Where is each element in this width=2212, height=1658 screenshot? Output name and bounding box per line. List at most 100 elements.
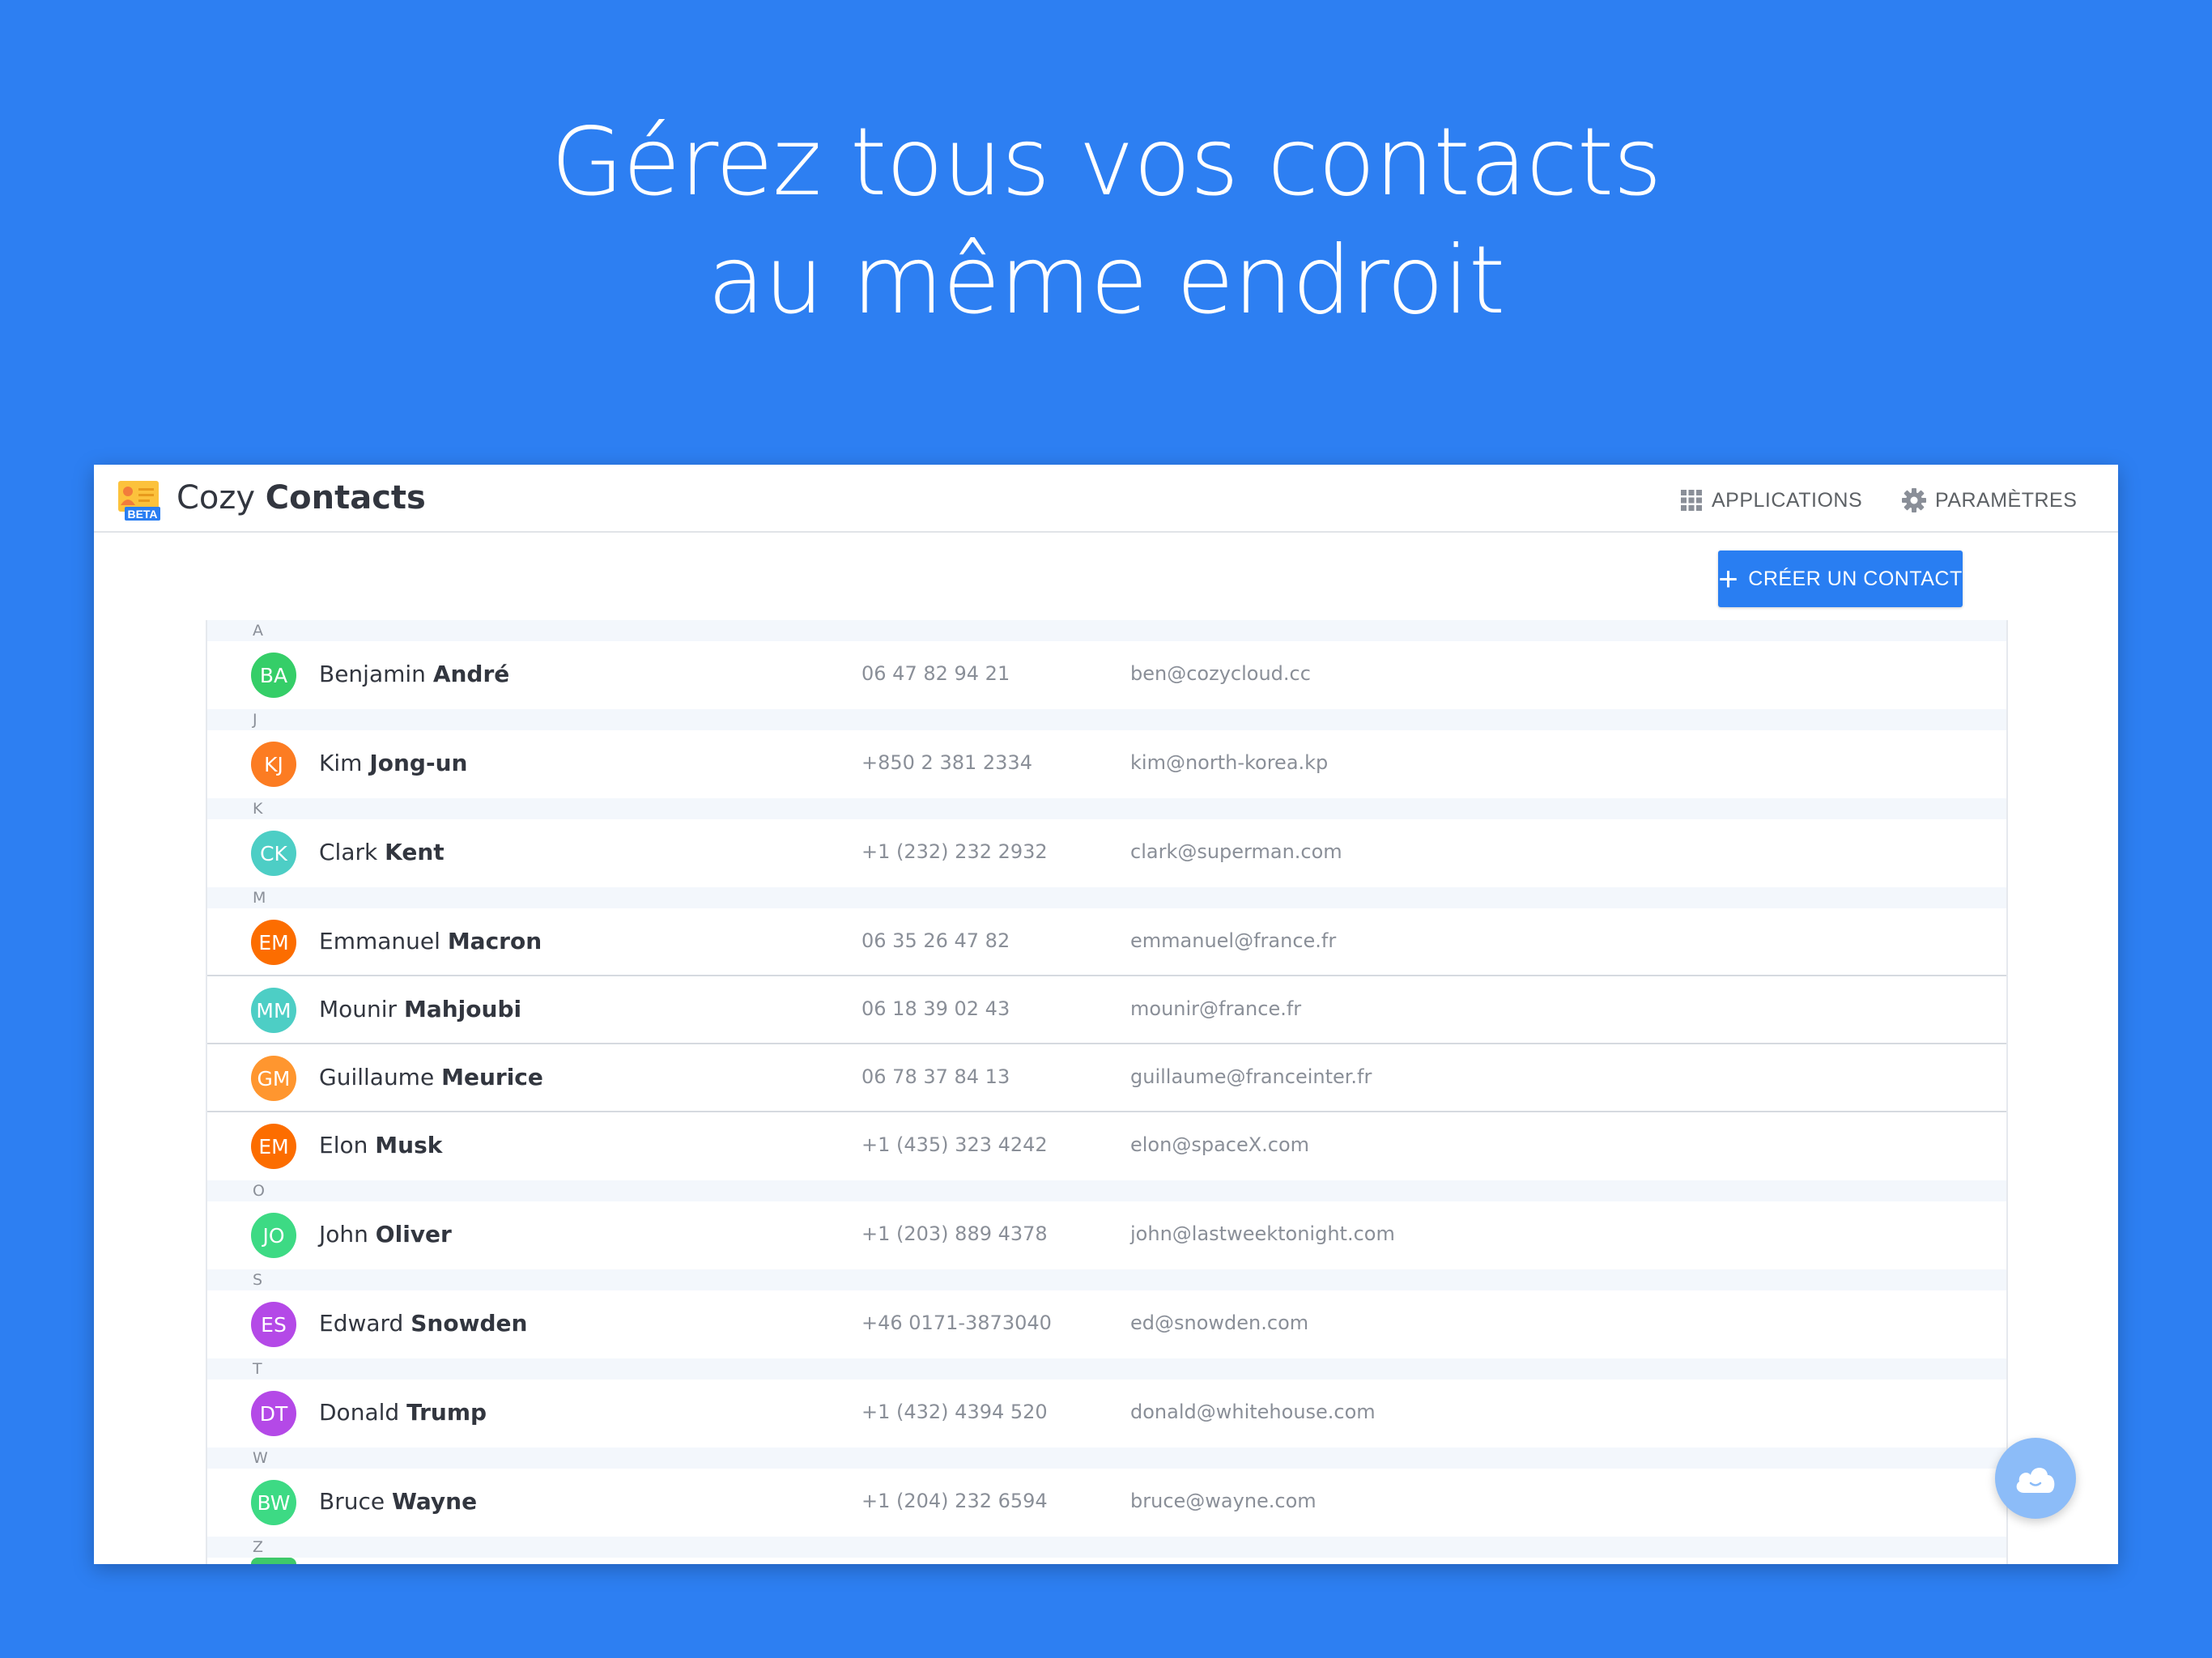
contact-last-name: Trump: [406, 1399, 487, 1426]
contact-phone: +1 (232) 232 2932: [861, 840, 1048, 863]
contact-last-name: Wayne: [392, 1488, 478, 1515]
app-title: Cozy Contacts: [177, 479, 426, 517]
contact-row[interactable]: DT Donald Trump +1 (432) 4394 520 donald@wh…: [207, 1380, 2006, 1448]
contact-email: emmanuel@france.fr: [1130, 929, 1337, 952]
app-title-light: Cozy: [177, 479, 256, 517]
contact-phone: 06 47 82 94 21: [861, 662, 1010, 685]
section-letter: W: [207, 1448, 2006, 1469]
avatar: EM: [251, 920, 296, 965]
contact-phone: 06 35 26 47 82: [861, 929, 1010, 952]
contact-row-partial[interactable]: [207, 1558, 2006, 1564]
contact-email: donald@whitehouse.com: [1130, 1401, 1376, 1423]
contact-list: A BA Benjamin André 06 47 82 94 21 ben@cozyc…: [206, 620, 2008, 1564]
contact-first-name: Mounir: [319, 996, 398, 1022]
contact-email: bruce@wayne.com: [1130, 1490, 1317, 1512]
create-contact-button[interactable]: + CRÉER UN CONTACT: [1718, 551, 1963, 607]
grid-icon: [1681, 490, 1702, 511]
contact-last-name: Snowden: [410, 1310, 528, 1337]
contact-last-name: Oliver: [375, 1221, 452, 1248]
applications-label: APPLICATIONS: [1712, 488, 1863, 512]
avatar: DT: [251, 1391, 296, 1436]
top-bar: BETA Cozy Contacts APPLICATIONS PARAMÈTR…: [94, 465, 2118, 533]
contact-email: mounir@france.fr: [1130, 997, 1302, 1020]
contact-row[interactable]: MM Mounir Mahjoubi 06 18 39 02 43 mounir@fr…: [207, 976, 2006, 1044]
app-title-bold: Contacts: [265, 479, 426, 517]
avatar: KJ: [251, 742, 296, 787]
contact-row[interactable]: BW Bruce Wayne +1 (204) 232 6594 bruce@wayn…: [207, 1469, 2006, 1537]
section-letter: J: [207, 709, 2006, 730]
contact-first-name: Edward: [319, 1310, 404, 1337]
contact-name: Bruce Wayne: [319, 1488, 477, 1515]
contact-phone: 06 18 39 02 43: [861, 997, 1010, 1020]
contact-name: John Oliver: [319, 1221, 452, 1248]
help-button[interactable]: [1995, 1438, 2076, 1519]
contact-phone: +46 0171-3873040: [861, 1312, 1052, 1334]
contact-phone: 06 78 37 84 13: [861, 1065, 1010, 1088]
contact-name: Benjamin André: [319, 661, 509, 687]
section-letter: O: [207, 1180, 2006, 1201]
contact-last-name: Musk: [375, 1132, 443, 1158]
plus-icon: +: [1718, 559, 1739, 597]
contact-name: Donald Trump: [319, 1399, 487, 1426]
contact-first-name: Emmanuel: [319, 928, 440, 954]
contact-phone: +1 (204) 232 6594: [861, 1490, 1048, 1512]
contact-first-name: Benjamin: [319, 661, 426, 687]
contact-name: Edward Snowden: [319, 1310, 527, 1337]
settings-button[interactable]: PARAMÈTRES: [1901, 484, 2077, 517]
contact-row[interactable]: KJ Kim Jong-un +850 2 381 2334 kim@north-ko…: [207, 730, 2006, 798]
headline: Gérez tous vos contacts au même endroit: [0, 104, 2212, 340]
contact-row[interactable]: BA Benjamin André 06 47 82 94 21 ben@cozycl…: [207, 641, 2006, 709]
settings-label: PARAMÈTRES: [1935, 488, 2078, 512]
contact-first-name: Kim: [319, 750, 363, 776]
contact-name: Kim Jong-un: [319, 750, 467, 776]
avatar: BA: [251, 653, 296, 698]
create-contact-label: CRÉER UN CONTACT: [1748, 567, 1963, 590]
contact-email: elon@spaceX.com: [1130, 1133, 1310, 1156]
headline-line-2: au même endroit: [707, 226, 1505, 335]
contact-row[interactable]: ES Edward Snowden +46 0171-3873040 ed@snowd…: [207, 1290, 2006, 1358]
contact-name: Emmanuel Macron: [319, 928, 542, 954]
applications-button[interactable]: APPLICATIONS: [1679, 484, 1862, 517]
contact-phone: +1 (432) 4394 520: [861, 1401, 1048, 1423]
contact-phone: +1 (435) 323 4242: [861, 1133, 1048, 1156]
contact-email: john@lastweektonight.com: [1130, 1222, 1395, 1245]
contact-first-name: Bruce: [319, 1488, 385, 1515]
contact-row[interactable]: JO John Oliver +1 (203) 889 4378 john@lastw…: [207, 1201, 2006, 1269]
avatar: [251, 1558, 296, 1564]
contact-phone: +850 2 381 2334: [861, 751, 1032, 774]
avatar: EM: [251, 1124, 296, 1169]
cloud-icon: [2016, 1468, 2055, 1493]
contact-first-name: Elon: [319, 1132, 368, 1158]
contact-email: kim@north-korea.kp: [1130, 751, 1329, 774]
contact-first-name: John: [319, 1221, 368, 1248]
contact-last-name: Kent: [385, 839, 445, 865]
contact-last-name: Macron: [447, 928, 542, 954]
section-letter: S: [207, 1269, 2006, 1290]
contact-email: guillaume@franceinter.fr: [1130, 1065, 1372, 1088]
contact-first-name: Donald: [319, 1399, 400, 1426]
contact-row[interactable]: EM Emmanuel Macron 06 35 26 47 82 emmanuel@…: [207, 908, 2006, 976]
contact-row[interactable]: GM Guillaume Meurice 06 78 37 84 13 guillau…: [207, 1044, 2006, 1112]
contact-name: Clark Kent: [319, 839, 445, 865]
avatar: ES: [251, 1302, 296, 1347]
gear-icon: [1902, 488, 1926, 512]
contact-row[interactable]: EM Elon Musk +1 (435) 323 4242 elon@spaceX.…: [207, 1112, 2006, 1180]
contact-email: ed@snowden.com: [1130, 1312, 1309, 1334]
headline-line-1: Gérez tous vos contacts: [551, 108, 1661, 217]
contacts-card-icon: BETA: [118, 481, 160, 521]
section-letter: K: [207, 798, 2006, 819]
avatar: JO: [251, 1213, 296, 1258]
app-logo[interactable]: BETA: [117, 481, 162, 521]
contact-last-name: Meurice: [441, 1064, 543, 1090]
section-letter: M: [207, 887, 2006, 908]
avatar: MM: [251, 988, 296, 1033]
beta-badge: BETA: [127, 508, 157, 521]
contact-email: clark@superman.com: [1130, 840, 1342, 863]
avatar: BW: [251, 1480, 296, 1525]
contact-row[interactable]: CK Clark Kent +1 (232) 232 2932 clark@super…: [207, 819, 2006, 887]
contact-first-name: Clark: [319, 839, 378, 865]
section-letter: A: [207, 620, 2006, 641]
section-letter: T: [207, 1358, 2006, 1380]
contact-last-name: André: [432, 661, 510, 687]
contact-first-name: Guillaume: [319, 1064, 435, 1090]
